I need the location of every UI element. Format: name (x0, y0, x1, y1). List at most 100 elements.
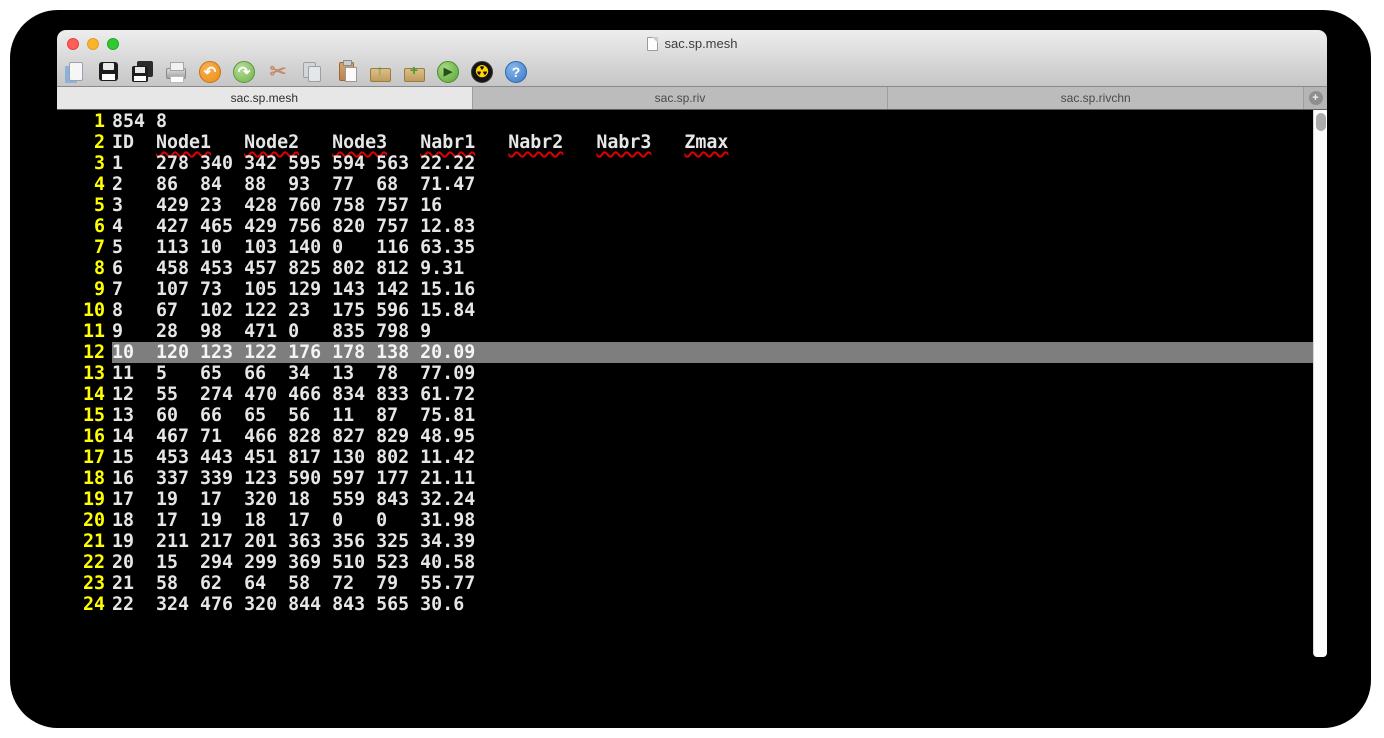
editor-line[interactable]: 22 20 15 294 299 369 510 523 40.58 (57, 552, 1313, 573)
line-number: 24 (57, 594, 105, 615)
editor-line[interactable]: 1917 19 17 320 18 559 843 32.24 (57, 489, 1313, 510)
plus-icon: + (1309, 91, 1323, 105)
editor-area[interactable]: 1 854 8 2 ID Node1 Node2 Node3 Nabr1 Nabr2 … (57, 110, 1327, 657)
run-script-icon: ▶ (437, 61, 459, 83)
line-number: 17 (57, 447, 105, 468)
editor-line[interactable]: 64 427 465 429 756 820 757 12.83 (57, 216, 1313, 237)
document-proxy-icon[interactable] (647, 37, 658, 51)
traffic-lights (67, 30, 119, 57)
editor-line[interactable]: 1210 120 123 122 176 178 138 20.09 (57, 342, 1313, 363)
line-text: 12 55 274 470 466 834 833 61.72 (112, 384, 1313, 405)
line-number: 20 (57, 510, 105, 531)
tab-sac.sp.mesh[interactable]: sac.sp.mesh (57, 87, 472, 109)
line-number: 9 (57, 279, 105, 300)
editor-line[interactable]: 1513 60 66 65 56 11 87 75.81 (57, 405, 1313, 426)
editor-line[interactable]: 1816 337 339 123 590 597 177 21.11 (57, 468, 1313, 489)
line-text: 18 17 19 18 17 0 0 31.98 (112, 510, 1313, 531)
print-icon (166, 68, 186, 79)
editor-line[interactable]: 1614 467 71 466 828 827 829 48.95 (57, 426, 1313, 447)
editor-line[interactable]: 17 15 453 443 451 817 130 802 11.42 (57, 447, 1313, 468)
line-number: 2 (57, 132, 105, 153)
save-session-button[interactable]: + (400, 58, 428, 86)
make-button[interactable]: ☢ (468, 58, 496, 86)
line-text: 1 278 340 342 595 594 563 22.22 (112, 153, 1313, 174)
line-number: 5 (57, 195, 105, 216)
line-number: 12 (57, 342, 105, 363)
line-text: 20 15 294 299 369 510 523 40.58 (112, 552, 1313, 573)
line-number: 3 (57, 153, 105, 174)
title-bar[interactable]: sac.sp.mesh (57, 30, 1327, 57)
save-all-button[interactable] (128, 58, 156, 86)
vertical-scrollbar[interactable] (1313, 110, 1327, 657)
editor-line[interactable]: 23 21 58 62 64 58 72 79 55.77 (57, 573, 1313, 594)
line-number: 4 (57, 174, 105, 195)
macvim-window: sac.sp.mesh ↶↷✂↑+▶☢? sac.sp.meshsac.sp.r… (57, 30, 1327, 657)
copy-button[interactable] (298, 58, 326, 86)
undo-icon: ↶ (199, 61, 221, 83)
tab-bar: sac.sp.meshsac.sp.rivsac.sp.rivchn + (57, 87, 1327, 110)
minimize-button[interactable] (87, 38, 99, 50)
help-button[interactable]: ? (502, 58, 530, 86)
editor-line[interactable]: 14 12 55 274 470 466 834 833 61.72 (57, 384, 1313, 405)
editor-line[interactable]: 9 7 107 73 105 129 143 142 15.16 (57, 279, 1313, 300)
cut-button[interactable]: ✂ (264, 58, 292, 86)
editor-line[interactable]: 2119 211 217 201 363 356 325 34.39 (57, 531, 1313, 552)
run-script-button[interactable]: ▶ (434, 58, 462, 86)
make-icon: ☢ (471, 61, 493, 83)
editor-line[interactable]: 8 6 458 453 457 825 802 812 9.31 (57, 258, 1313, 279)
close-button[interactable] (67, 38, 79, 50)
editor-line[interactable]: 4 2 86 84 88 93 77 68 71.47 (57, 174, 1313, 195)
load-session-button[interactable]: ↑ (366, 58, 394, 86)
editor-line[interactable]: 3 1 278 340 342 595 594 563 22.22 (57, 153, 1313, 174)
line-text: 854 8 (112, 111, 1313, 132)
line-number: 10 (57, 300, 105, 321)
line-text: 4 427 465 429 756 820 757 12.83 (112, 216, 1313, 237)
line-number: 16 (57, 426, 105, 447)
zoom-button[interactable] (107, 38, 119, 50)
editor-line[interactable]: 13 11 5 65 66 34 13 78 77.09 (57, 363, 1313, 384)
add-tab-button[interactable]: + (1303, 87, 1327, 109)
tab-sac.sp.riv[interactable]: sac.sp.riv (472, 87, 888, 109)
line-number: 8 (57, 258, 105, 279)
editor-line[interactable]: 119 28 98 471 0 835 798 9 (57, 321, 1313, 342)
redo-icon: ↷ (233, 61, 255, 83)
line-text: 2 86 84 88 93 77 68 71.47 (112, 174, 1313, 195)
line-text: ID Node1 Node2 Node3 Nabr1 Nabr2 Nabr3 Z… (112, 132, 1313, 153)
line-text: 11 5 65 66 34 13 78 77.09 (112, 363, 1313, 384)
line-text: 13 60 66 65 56 11 87 75.81 (112, 405, 1313, 426)
editor-line[interactable]: 75 113 10 103 140 0 116 63.35 (57, 237, 1313, 258)
save-all-icon (132, 66, 148, 82)
window-title: sac.sp.mesh (665, 36, 738, 51)
paste-button[interactable] (332, 58, 360, 86)
window-shadow-backdrop: sac.sp.mesh ↶↷✂↑+▶☢? sac.sp.meshsac.sp.r… (10, 10, 1371, 728)
line-text: 15 453 443 451 817 130 802 11.42 (112, 447, 1313, 468)
editor-line[interactable]: 1 854 8 (57, 111, 1313, 132)
load-session-icon: ↑ (370, 68, 391, 82)
scrollbar-thumb[interactable] (1316, 113, 1326, 131)
line-number: 14 (57, 384, 105, 405)
line-text: 7 107 73 105 129 143 142 15.16 (112, 279, 1313, 300)
editor-line[interactable]: 2422 324 476 320 844 843 565 30.6 (57, 594, 1313, 615)
save-button[interactable] (94, 58, 122, 86)
line-number: 13 (57, 363, 105, 384)
save-session-icon: + (404, 68, 425, 82)
editor-line[interactable]: 2 ID Node1 Node2 Node3 Nabr1 Nabr2 Nabr3 … (57, 132, 1313, 153)
line-number: 23 (57, 573, 105, 594)
editor-line[interactable]: 108 67 102 122 23 175 596 15.84 (57, 300, 1313, 321)
redo-button[interactable]: ↷ (230, 58, 258, 86)
line-text: 17 19 17 320 18 559 843 32.24 (112, 489, 1313, 510)
undo-button[interactable]: ↶ (196, 58, 224, 86)
copy-icon (308, 66, 321, 82)
print-button[interactable] (162, 58, 190, 86)
open-button[interactable] (60, 58, 88, 86)
line-text: 21 58 62 64 58 72 79 55.77 (112, 573, 1313, 594)
line-text: 6 458 453 457 825 802 812 9.31 (112, 258, 1313, 279)
editor-line[interactable]: 20 18 17 19 18 17 0 0 31.98 (57, 510, 1313, 531)
tab-sac.sp.rivchn[interactable]: sac.sp.rivchn (887, 87, 1303, 109)
paste-icon (339, 62, 354, 81)
line-number: 22 (57, 552, 105, 573)
editor-line[interactable]: 53 429 23 428 760 758 757 16 (57, 195, 1313, 216)
save-icon (99, 62, 118, 81)
line-number: 1 (57, 111, 105, 132)
line-text: 5 113 10 103 140 0 116 63.35 (112, 237, 1313, 258)
